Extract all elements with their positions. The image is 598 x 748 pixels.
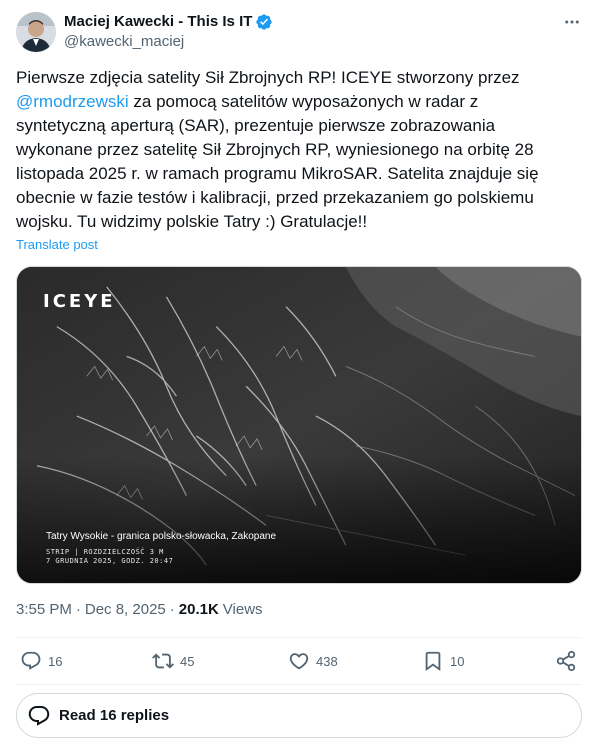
- repost-button[interactable]: 45: [152, 650, 194, 672]
- share-button[interactable]: [555, 650, 577, 672]
- read-replies-button[interactable]: Read 16 replies: [16, 693, 582, 738]
- separator: ·: [75, 601, 81, 618]
- image-caption: Tatry Wysokie - granica polsko-słowacka,…: [46, 531, 277, 542]
- verified-badge-icon: [256, 14, 273, 30]
- post-date[interactable]: Dec 8, 2025: [85, 600, 166, 620]
- read-replies-label: Read 16 replies: [59, 707, 170, 724]
- avatar-image: [16, 12, 56, 52]
- like-count: 438: [316, 653, 338, 669]
- mention-link[interactable]: @rmodrzewski: [16, 92, 129, 111]
- image-meta-line1: STRIP | ROZDZIELCZOŚĆ 3 M: [46, 548, 164, 556]
- action-bar: 16 45 438 10: [16, 650, 582, 674]
- post-text: Pierwsze zdjęcia satelity Sił Zbrojnych …: [16, 66, 556, 234]
- bookmark-count: 10: [450, 653, 465, 669]
- repost-icon: [152, 653, 174, 669]
- post-image[interactable]: ICEYE Tatry Wysokie - granica polsko-sło…: [16, 266, 582, 584]
- author-handle[interactable]: @kawecki_maciej: [64, 32, 184, 52]
- repost-count: 45: [180, 653, 195, 669]
- iceye-logo: ICEYE: [43, 291, 116, 312]
- reply-button[interactable]: 16: [20, 650, 62, 672]
- more-icon: [565, 20, 579, 24]
- like-button[interactable]: 438: [288, 650, 338, 672]
- author-name[interactable]: Maciej Kawecki - This Is IT: [64, 12, 252, 32]
- post-text-part2: za pomocą satelitów wyposażonych w radar…: [16, 92, 539, 231]
- views-label: Views: [222, 601, 263, 618]
- replies-bubble-icon: [28, 705, 50, 726]
- bookmark-button[interactable]: 10: [422, 650, 464, 672]
- bookmark-icon: [425, 651, 441, 672]
- post-time[interactable]: 3:55 PM: [16, 600, 72, 620]
- image-meta-line2: 7 GRUDNIA 2025, GODZ. 20:47: [46, 557, 174, 565]
- more-button[interactable]: [560, 12, 584, 32]
- reply-count: 16: [48, 653, 63, 669]
- translate-post-link[interactable]: Translate post: [16, 237, 98, 253]
- reply-icon: [21, 651, 41, 670]
- divider: [16, 637, 582, 638]
- views-count: 20.1K: [178, 601, 219, 618]
- post-text-part1: Pierwsze zdjęcia satelity Sił Zbrojnych …: [16, 68, 520, 87]
- like-icon: [289, 653, 309, 670]
- separator: ·: [169, 601, 175, 618]
- author-name-row[interactable]: Maciej Kawecki - This Is IT: [64, 12, 273, 32]
- avatar[interactable]: [16, 12, 56, 52]
- divider: [16, 684, 582, 685]
- share-icon: [556, 650, 576, 672]
- post-timestamp: 3:55 PM · Dec 8, 2025 · 20.1K Views: [16, 600, 263, 620]
